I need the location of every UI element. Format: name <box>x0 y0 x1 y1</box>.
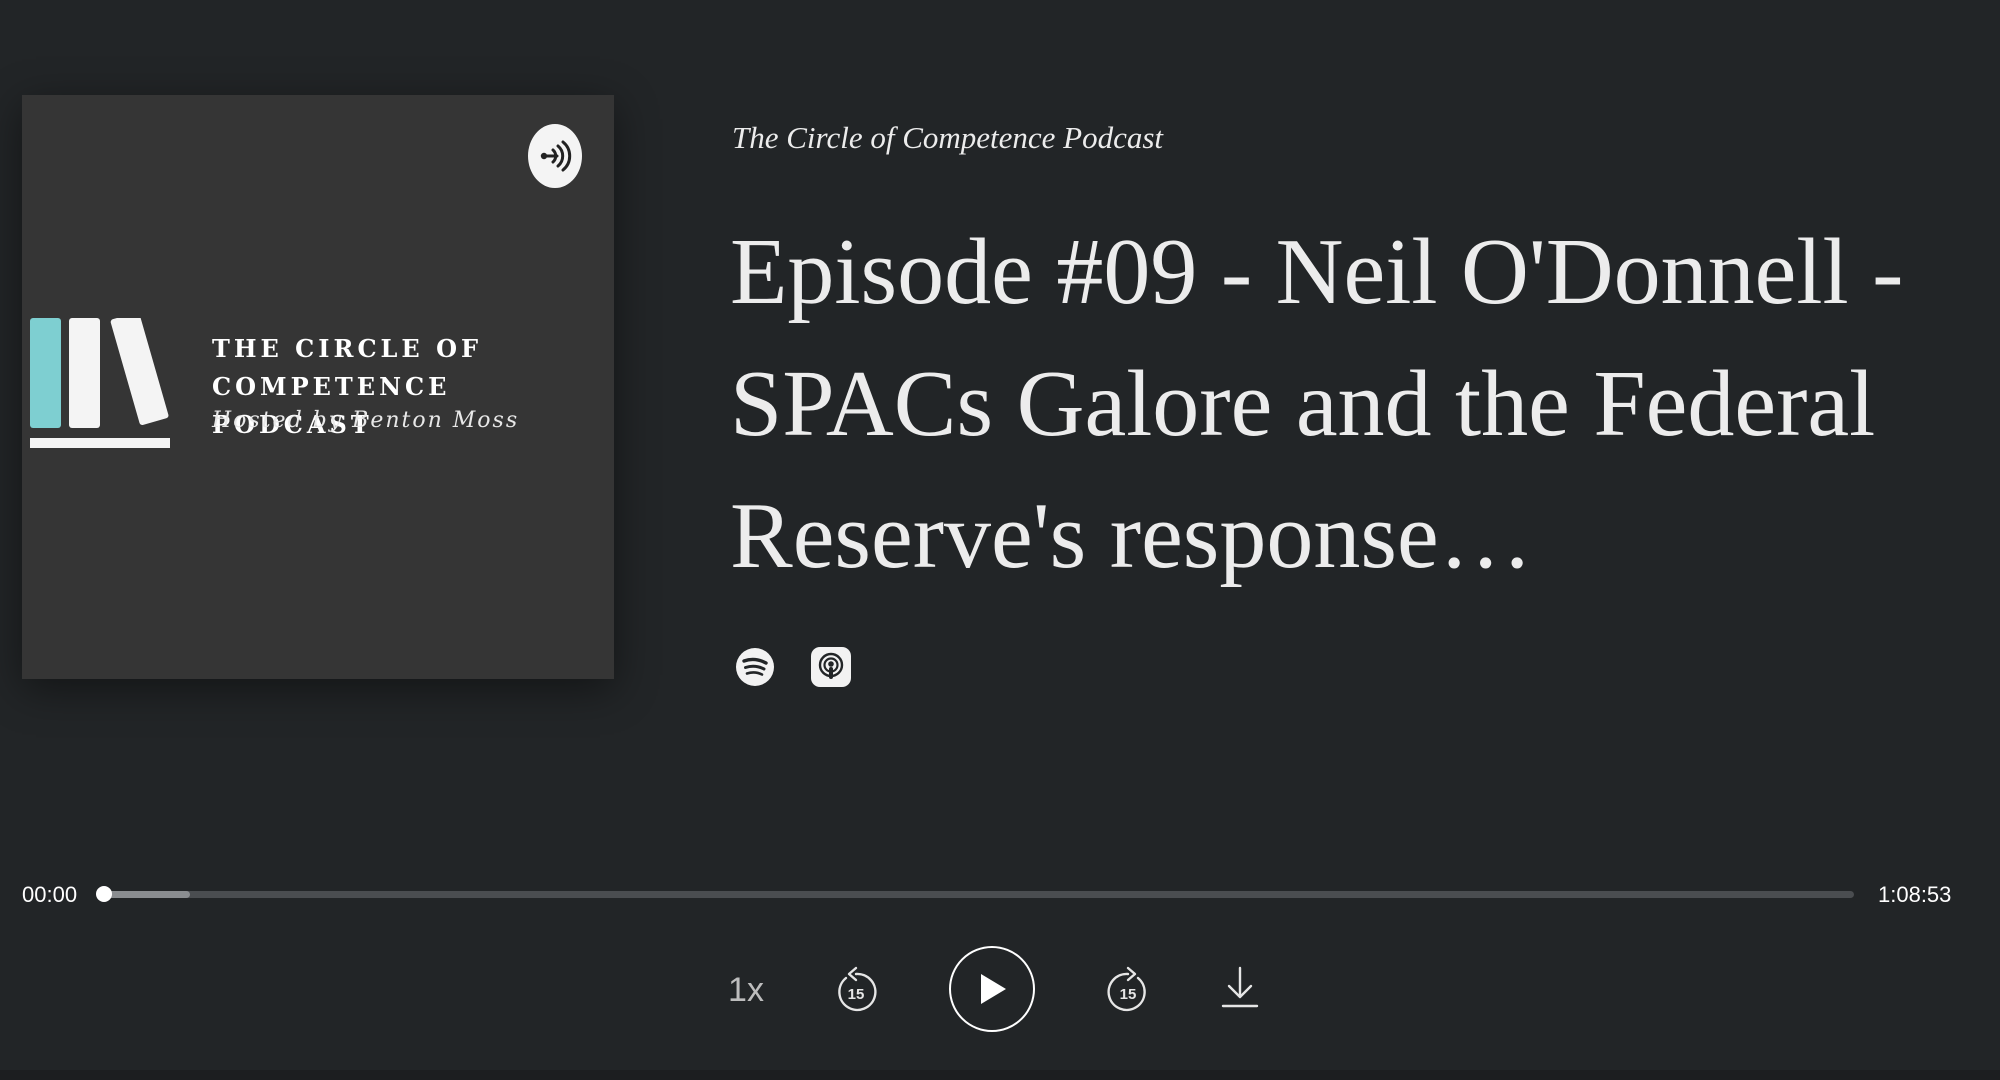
skip-forward-seconds: 15 <box>1120 986 1137 1003</box>
current-time: 00:00 <box>22 882 78 907</box>
skip-back-seconds: 15 <box>848 986 865 1003</box>
apple-podcasts-icon[interactable] <box>810 646 852 688</box>
cover-subtitle: Hosted by Benton Moss <box>212 408 520 433</box>
progress-bar[interactable] <box>102 891 1854 898</box>
cover-art: THE CIRCLE OF COMPETENCE PODCAST Hosted … <box>22 95 614 679</box>
play-icon <box>981 974 1006 1004</box>
episode-title: Episode #09 - Neil O'Donnell - SPACs Gal… <box>730 220 1904 588</box>
download-button[interactable] <box>1220 964 1260 1012</box>
rewind-15-icon: 15 <box>838 966 877 1012</box>
download-icon <box>1221 966 1259 1008</box>
progress-thumb[interactable] <box>96 886 112 902</box>
total-duration: 1:08:53 <box>1878 882 1952 907</box>
play-button[interactable] <box>949 946 1035 1032</box>
playback-speed-button[interactable]: 1x <box>718 966 774 1014</box>
books-icon <box>30 318 170 448</box>
spotify-icon[interactable] <box>734 646 776 688</box>
progress-buffered <box>102 891 190 898</box>
show-name-link[interactable]: The Circle of Competence Podcast <box>732 120 1163 156</box>
skip-back-15-button[interactable]: 15 <box>832 964 880 1018</box>
platform-links <box>734 646 852 688</box>
forward-15-icon: 15 <box>1107 966 1146 1012</box>
anchor-icon[interactable] <box>528 124 582 188</box>
skip-forward-15-button[interactable]: 15 <box>1104 964 1152 1018</box>
page-footer-strip <box>0 1070 2000 1080</box>
podcast-player: THE CIRCLE OF COMPETENCE PODCAST Hosted … <box>0 0 2000 1070</box>
